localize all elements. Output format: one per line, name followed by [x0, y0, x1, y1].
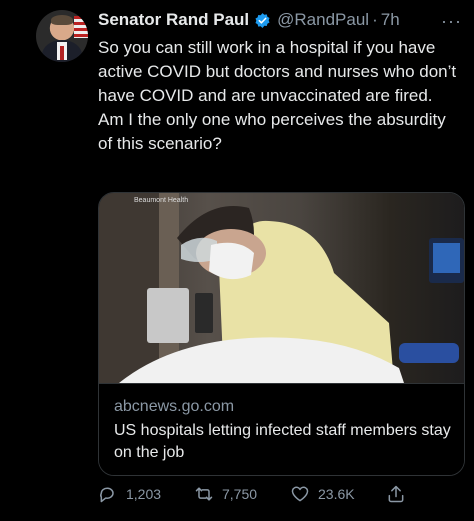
- link-card[interactable]: Beaumont Health abcnews.go.com US hospit…: [98, 192, 465, 476]
- author-handle[interactable]: @RandPaul: [277, 10, 369, 30]
- more-options-icon[interactable]: ···: [441, 11, 462, 32]
- card-body: abcnews.go.com US hospitals letting infe…: [99, 383, 464, 475]
- image-credit: Beaumont Health: [134, 197, 189, 204]
- like-button[interactable]: 23.6K: [290, 484, 355, 504]
- reply-count: 1,203: [126, 486, 162, 502]
- tweet-actions: 1,203 7,750 23.6K: [98, 484, 458, 508]
- tweet-text: So you can still work in a hospital if y…: [98, 38, 457, 153]
- card-headline: US hospitals letting infected staff memb…: [114, 422, 451, 461]
- share-icon: [388, 485, 404, 503]
- timestamp[interactable]: 7h: [381, 10, 400, 30]
- avatar[interactable]: [36, 10, 88, 62]
- like-count: 23.6K: [318, 486, 355, 502]
- card-domain: abcnews.go.com: [114, 398, 235, 415]
- reply-icon: [100, 487, 114, 503]
- verified-badge-icon: [255, 12, 270, 28]
- author-name[interactable]: Senator Rand Paul: [98, 10, 249, 30]
- retweet-count: 7,750: [222, 486, 258, 502]
- separator-dot: ·: [372, 10, 378, 29]
- hair: [51, 15, 73, 25]
- heart-icon: [291, 486, 309, 502]
- share-button[interactable]: [386, 484, 414, 504]
- retweet-icon: [195, 487, 213, 501]
- tweet-header: Senator Rand Paul @RandPaul · 7h: [98, 10, 400, 30]
- card-image: Beaumont Health: [99, 193, 464, 383]
- retweet-button[interactable]: 7,750: [194, 484, 257, 504]
- flag-icon: [74, 16, 88, 38]
- hospital-scene-illustration: [99, 193, 464, 383]
- tie: [60, 46, 64, 60]
- reply-button[interactable]: 1,203: [98, 484, 161, 504]
